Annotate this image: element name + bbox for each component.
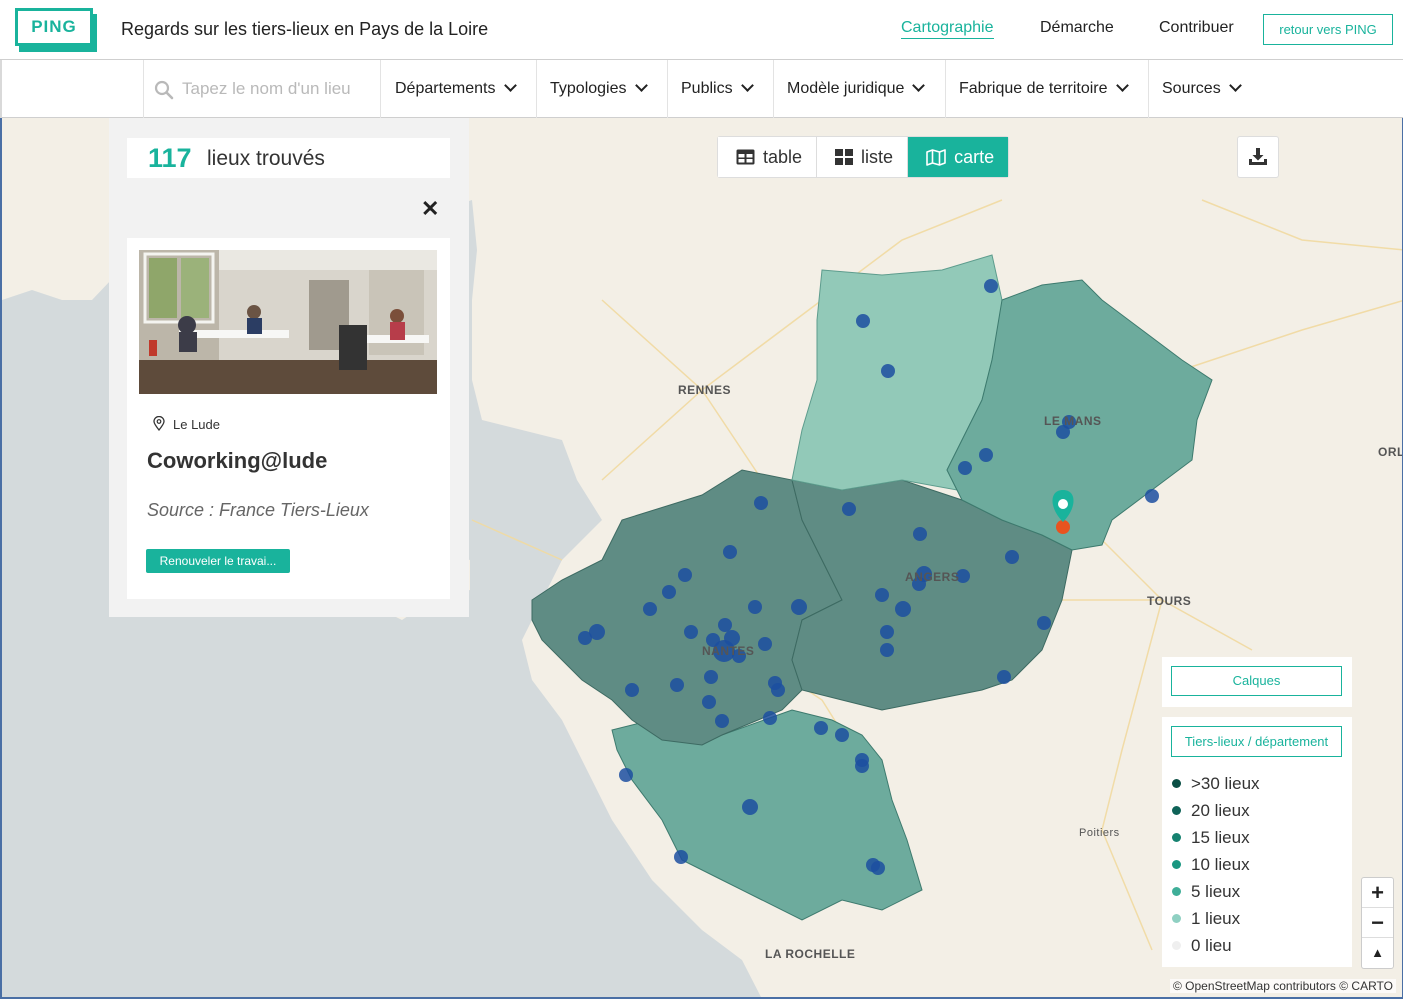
city-label-rennes: RENNES [678, 383, 732, 397]
reset-north-button[interactable]: ▲ [1362, 938, 1393, 968]
filter-typologies[interactable]: Typologies [537, 60, 668, 118]
legend-toggle-button[interactable]: Tiers-lieux / département [1171, 726, 1342, 757]
legend-item: 10 lieux [1172, 855, 1250, 875]
legend-label: 10 lieux [1191, 855, 1250, 874]
legend-dot [1172, 779, 1181, 788]
results-panel: 117 lieux trouvés ✕ Le Lude Coworking@lu… [109, 118, 469, 617]
city-label-angers: ANGERS [905, 570, 960, 584]
view-list-label: liste [861, 147, 894, 167]
legend-panel: Tiers-lieux / département >30 lieux 20 l… [1162, 717, 1352, 967]
search-box [143, 60, 381, 118]
site-title: Regards sur les tiers-lieux en Pays de l… [121, 19, 489, 39]
filter-label: Départements [395, 80, 496, 97]
legend-dot [1172, 941, 1181, 950]
view-toggle: table liste carte [718, 137, 1009, 177]
place-card[interactable]: Le Lude Coworking@lude Source : France T… [127, 238, 450, 599]
ping-logo[interactable]: PING [15, 8, 97, 52]
close-icon[interactable]: ✕ [421, 196, 439, 222]
view-list-button[interactable]: liste [817, 137, 909, 177]
chevron-down-icon [634, 79, 648, 92]
zoom-in-button[interactable]: + [1362, 878, 1393, 908]
search-icon [154, 80, 174, 100]
chevron-down-icon [1228, 79, 1242, 92]
legend-dot [1172, 887, 1181, 896]
place-source: Source : France Tiers-Lieux [147, 500, 369, 520]
zoom-control: + − ▲ [1362, 878, 1393, 968]
legend-dot [1172, 914, 1181, 923]
city-label-nantes: NANTES [702, 644, 755, 658]
city-label-tours: TOURS [1147, 594, 1192, 608]
results-count-number: 117 [148, 143, 192, 173]
legend-item: 20 lieux [1172, 801, 1250, 821]
nav-cartographie[interactable]: Cartographie [901, 19, 994, 39]
legend-dot [1172, 833, 1181, 842]
legend-item: >30 lieux [1172, 774, 1260, 794]
legend-label: 1 lieux [1191, 909, 1241, 928]
view-map-button[interactable]: carte [908, 137, 1009, 177]
filter-label: Fabrique de territoire [959, 80, 1108, 97]
legend-item: 1 lieux [1172, 909, 1240, 929]
legend-label: 5 lieux [1191, 882, 1241, 901]
filter-sources[interactable]: Sources [1149, 60, 1259, 118]
legend-item: 5 lieux [1172, 882, 1240, 902]
chevron-down-icon [740, 79, 754, 92]
legend-item: 15 lieux [1172, 828, 1250, 848]
chevron-down-icon [912, 79, 926, 92]
filter-fabrique-territoire[interactable]: Fabrique de territoire [946, 60, 1149, 118]
city-label-poitiers: Poitiers [1079, 827, 1120, 839]
legend-label: 0 lieu [1191, 936, 1232, 955]
map-attribution: © OpenStreetMap contributors © CARTO [1170, 979, 1396, 993]
zoom-out-button[interactable]: − [1362, 908, 1393, 938]
filter-modele-juridique[interactable]: Modèle juridique [774, 60, 946, 118]
legend-label: >30 lieux [1191, 774, 1260, 793]
filter-publics[interactable]: Publics [668, 60, 774, 118]
legend-label: 15 lieux [1191, 828, 1250, 847]
city-label-la-rochelle: LA ROCHELLE [765, 947, 856, 961]
view-table-button[interactable]: table [718, 137, 818, 177]
renew-button[interactable]: Renouveler le travai... [146, 549, 290, 573]
top-header: PING Regards sur les tiers-lieux en Pays… [0, 0, 1403, 60]
legend-label: 20 lieux [1191, 801, 1250, 820]
legend-item: 0 lieu [1172, 936, 1232, 956]
legend-dot [1172, 860, 1181, 869]
layers-panel: Calques [1162, 657, 1352, 707]
legend-dot [1172, 806, 1181, 815]
back-to-ping-button[interactable]: retour vers PING [1263, 14, 1393, 45]
place-name[interactable]: Coworking@lude [147, 448, 327, 474]
filter-label: Publics [681, 80, 733, 97]
city-label-le-mans: LE MANS [1044, 414, 1102, 428]
search-input[interactable] [182, 77, 372, 101]
results-count: 117 lieux trouvés [127, 138, 450, 178]
location-pin-icon [153, 415, 165, 432]
filter-label: Modèle juridique [787, 80, 905, 97]
nav-contribuer[interactable]: Contribuer [1159, 19, 1234, 37]
view-map-label: carte [954, 147, 995, 167]
results-count-label: lieux trouvés [207, 147, 325, 170]
filter-bar-edge [0, 60, 2, 118]
logo-text: PING [15, 8, 93, 46]
grid-icon [835, 149, 854, 165]
place-location: Le Lude [153, 415, 220, 432]
filter-departements[interactable]: Départements [382, 60, 537, 118]
map-icon [926, 148, 946, 166]
download-button[interactable] [1238, 137, 1278, 177]
layers-button[interactable]: Calques [1171, 666, 1342, 696]
filter-bar: Départements Typologies Publics Modèle j… [0, 60, 1403, 118]
chevron-down-icon [503, 79, 517, 92]
table-icon [736, 149, 755, 165]
filter-label: Sources [1162, 80, 1221, 97]
view-table-label: table [763, 147, 803, 167]
chevron-down-icon [1115, 79, 1129, 92]
nav-demarche[interactable]: Démarche [1040, 19, 1114, 37]
place-town: Le Lude [173, 417, 220, 432]
download-icon [1249, 148, 1267, 165]
city-label-orleans: ORL [1378, 445, 1403, 459]
filter-label: Typologies [550, 80, 627, 97]
place-photo [139, 250, 437, 394]
